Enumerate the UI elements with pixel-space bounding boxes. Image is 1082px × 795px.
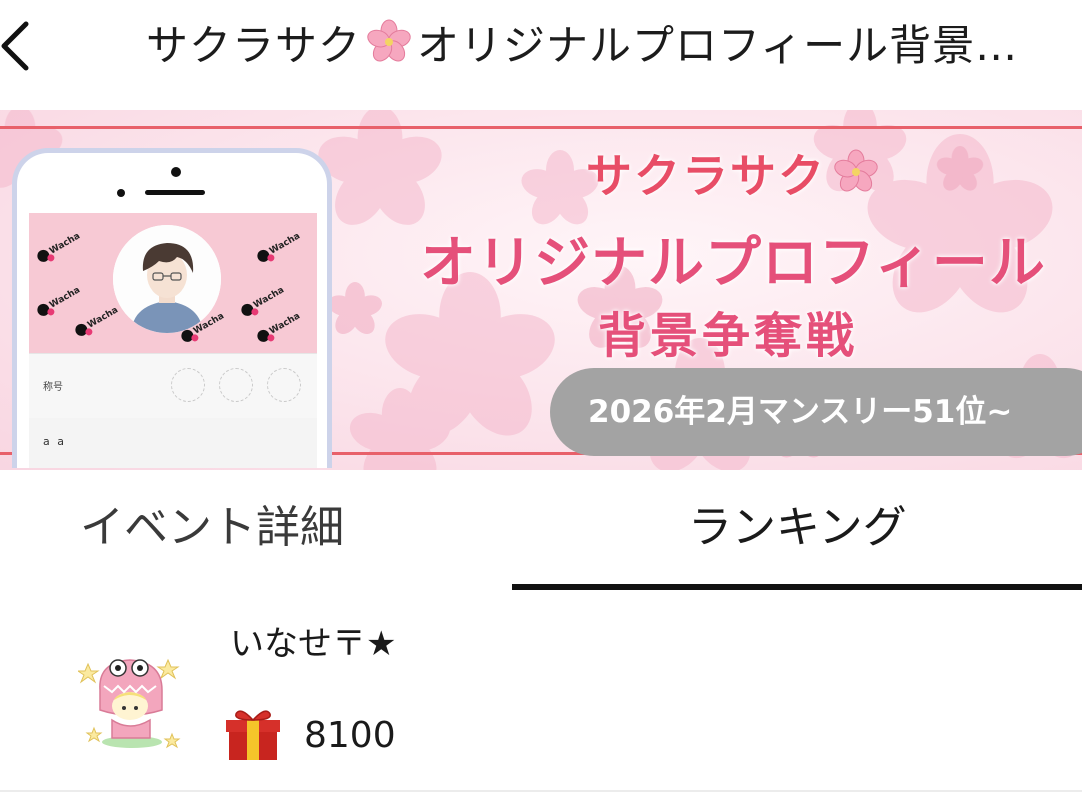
event-period-pill: 2026年2月マンスリー51位~: [550, 368, 1082, 456]
phone-mockup: Wacha Wacha Wacha Wacha Wacha Wacha Wach…: [12, 148, 332, 468]
wacha-logo: Wacha: [239, 284, 286, 319]
banner-title-line2: 背景争奪戦: [598, 308, 859, 364]
page-title: サクラサク オリジナルプロフィール背景…: [146, 18, 1056, 74]
tab-label: ランキング: [688, 502, 907, 553]
banner-title-line1: オリジナルプロフィール: [420, 231, 1046, 296]
tab-ranking[interactable]: ランキング: [512, 470, 1082, 590]
tab-bar: イベント詳細 ランキング: [0, 470, 1082, 590]
phone-sensor: [117, 189, 125, 197]
badge-slot: [219, 368, 253, 402]
list-divider: [0, 790, 1082, 792]
sakura-flower-icon: [365, 18, 413, 74]
banner-frame-top: [0, 126, 1082, 129]
back-button[interactable]: [0, 18, 44, 74]
profile-background-preview: Wacha Wacha Wacha Wacha Wacha Wacha Wach…: [29, 213, 317, 353]
gift-icon: [226, 706, 280, 762]
badge-slot: [171, 368, 205, 402]
active-tab-indicator: [512, 584, 1082, 590]
user-name: いなせ〒★: [230, 624, 397, 664]
wacha-logo: Wacha: [255, 230, 302, 265]
sakura-flower-icon: [832, 148, 880, 207]
preview-avatar: [113, 225, 221, 333]
chevron-left-icon: [1, 21, 29, 71]
user-avatar: [76, 650, 182, 750]
preview-profile-name: a a: [43, 435, 66, 448]
banner-heading: サクラサク: [586, 140, 880, 207]
tab-label: イベント詳細: [80, 502, 344, 553]
app-header: サクラサク オリジナルプロフィール背景…: [0, 0, 1082, 96]
wacha-logo: Wacha: [35, 230, 82, 265]
ranking-list-item[interactable]: いなせ〒★ 8100: [0, 598, 1082, 790]
tab-event-details[interactable]: イベント詳細: [0, 470, 512, 590]
badge-slot: [267, 368, 301, 402]
wacha-logo: Wacha: [255, 310, 302, 345]
profile-info-bar: 称号: [29, 353, 317, 418]
event-banner: Wacha Wacha Wacha Wacha Wacha Wacha Wach…: [0, 110, 1082, 470]
wacha-logo: Wacha: [35, 284, 82, 319]
gift-count: 8100: [304, 715, 396, 756]
wacha-logo: Wacha: [73, 304, 120, 339]
phone-speaker: [145, 190, 205, 195]
phone-screen: Wacha Wacha Wacha Wacha Wacha Wacha Wach…: [29, 213, 317, 468]
title-label: 称号: [43, 382, 63, 393]
phone-camera: [171, 167, 181, 177]
